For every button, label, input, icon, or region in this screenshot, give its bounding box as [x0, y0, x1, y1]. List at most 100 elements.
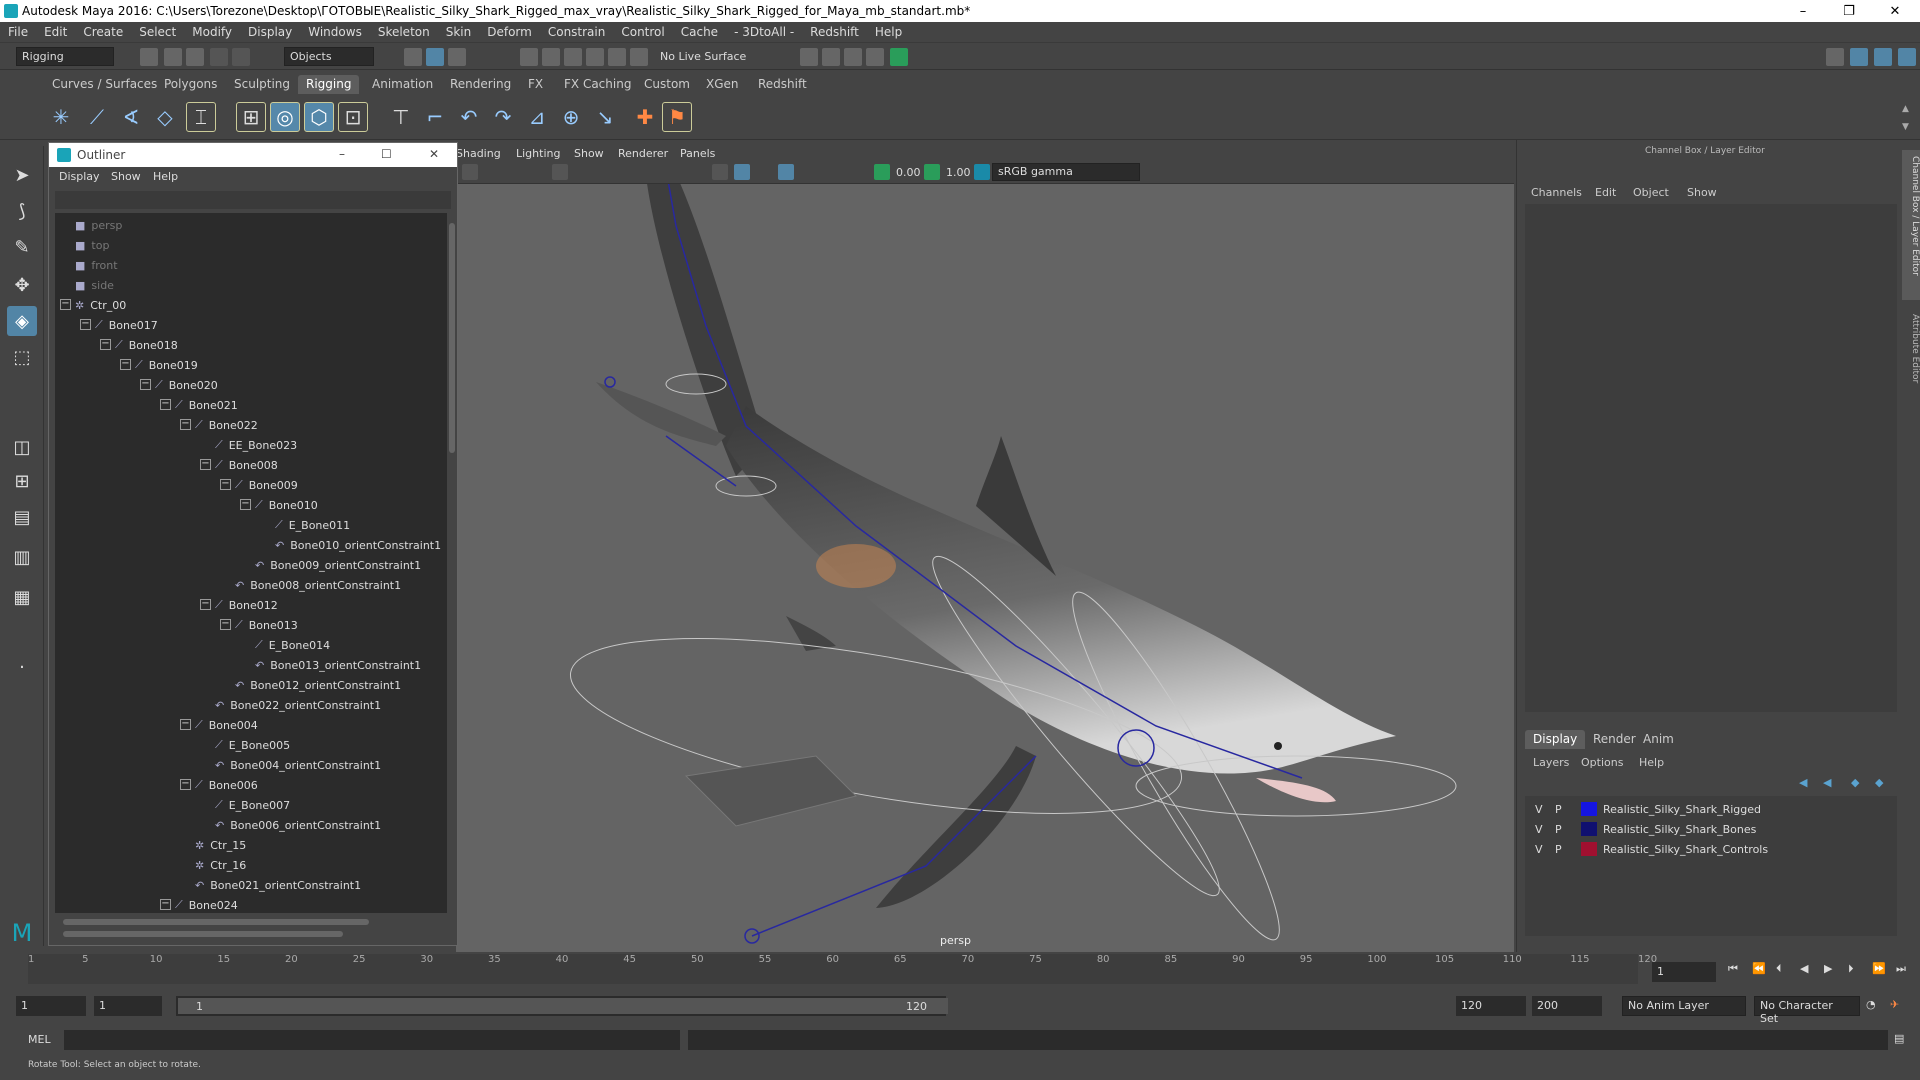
layer-tab-display[interactable]: Display [1525, 730, 1586, 749]
save-scene-icon[interactable] [186, 48, 204, 66]
play-back-icon[interactable]: ◀ [1800, 962, 1808, 975]
side-tab-channel-box[interactable]: Channel Box / Layer Editor [1902, 150, 1920, 300]
outliner-horizontal-scrollbar[interactable] [49, 915, 457, 945]
outliner-row[interactable]: − ⟋ Bone009 [220, 475, 298, 495]
move-layer-up-icon[interactable]: ◀ [1799, 776, 1807, 789]
bind-skin-icon[interactable]: ⊞ [236, 102, 266, 132]
collapse-toggle[interactable]: − [180, 719, 191, 730]
menu-skeleton[interactable]: Skeleton [370, 25, 438, 39]
layers-menu-layers[interactable]: Layers [1533, 756, 1569, 769]
live-surface-label[interactable]: No Live Surface [660, 50, 746, 63]
menu-create[interactable]: Create [75, 25, 131, 39]
open-scene-icon[interactable] [164, 48, 182, 66]
menu-display[interactable]: Display [240, 25, 300, 39]
colorspace-dropdown[interactable]: sRGB gamma [992, 163, 1140, 181]
outliner-vertical-scrollbar[interactable] [447, 213, 457, 913]
menu-skin[interactable]: Skin [438, 25, 480, 39]
outliner-row[interactable]: ⟋ EE_Bone023 [215, 435, 297, 455]
move-tool-icon[interactable]: ✥ [7, 270, 37, 300]
channelbox-menu-show[interactable]: Show [1687, 186, 1717, 199]
gamma-field[interactable]: 1.00 [946, 166, 971, 179]
move-layer-down-icon[interactable]: ◀ [1823, 776, 1831, 789]
layer-playback-toggle[interactable]: P [1555, 803, 1575, 816]
menu-constrain[interactable]: Constrain [540, 25, 614, 39]
vp-menu-shading[interactable]: Shading [456, 147, 501, 160]
shelf-tab-rendering[interactable]: Rendering [442, 75, 519, 94]
menu-control[interactable]: Control [613, 25, 672, 39]
collapse-toggle[interactable]: − [200, 599, 211, 610]
outliner-row[interactable]: ↶ Bone009_orientConstraint1 [255, 555, 421, 575]
xray-icon[interactable] [778, 164, 794, 180]
scale-constraint-icon[interactable]: ⊿ [522, 102, 552, 132]
render-frame-icon[interactable] [800, 48, 818, 66]
channelbox-menu-object[interactable]: Object [1633, 186, 1669, 199]
snap-vertex-icon[interactable] [630, 48, 648, 66]
layer-visibility-toggle[interactable]: V [1535, 803, 1555, 816]
undo-icon[interactable] [210, 48, 228, 66]
layer-name[interactable]: Realistic_Silky_Shark_Rigged [1603, 803, 1761, 816]
layer-row[interactable]: V P Realistic_Silky_Shark_Rigged [1535, 800, 1761, 818]
collapse-toggle[interactable]: − [160, 899, 171, 910]
paint-weights-icon[interactable]: ⬡ [304, 102, 334, 132]
shelf-scroll-down-icon[interactable]: ▼ [1902, 122, 1909, 132]
channelbox-menu-channels[interactable]: Channels [1531, 186, 1582, 199]
shark-model[interactable] [456, 146, 1514, 952]
layer-name[interactable]: Realistic_Silky_Shark_Controls [1603, 843, 1768, 856]
collapse-toggle[interactable]: − [120, 359, 131, 370]
persp-graph-layout-icon[interactable]: ▥ [7, 542, 37, 572]
menu-deform[interactable]: Deform [479, 25, 540, 39]
collapse-toggle[interactable]: − [220, 479, 231, 490]
outliner-row[interactable]: − ⟋ Bone010 [240, 495, 318, 515]
anim-preferences-icon[interactable]: ✈ [1890, 998, 1899, 1011]
vp-menu-show[interactable]: Show [574, 147, 604, 160]
step-forward-frame-icon[interactable]: ⏵ [1848, 962, 1854, 976]
scale-tool-icon[interactable]: ⬚ [7, 342, 37, 372]
shelf-tab-redshift[interactable]: Redshift [750, 75, 815, 94]
single-view-layout-icon[interactable]: ◫ [7, 432, 37, 462]
outliner-row[interactable]: ⟋ E_Bone005 [215, 735, 290, 755]
mel-input[interactable] [64, 1030, 680, 1050]
outliner-scroll-thumb[interactable] [449, 223, 455, 453]
layout-toggle-icon[interactable] [1826, 48, 1844, 66]
outliner-row[interactable]: − ⟋ Bone021 [160, 395, 238, 415]
render-sequence-icon[interactable] [822, 48, 840, 66]
grid-toggle-icon[interactable] [552, 164, 568, 180]
outliner-row[interactable]: ■ persp [75, 215, 122, 235]
outliner-row[interactable]: − ⟋ Bone022 [180, 415, 258, 435]
anim-layer-dropdown[interactable]: No Anim Layer [1622, 996, 1746, 1016]
shelf-tab-animation[interactable]: Animation [364, 75, 441, 94]
camera-select-icon[interactable] [462, 164, 478, 180]
collapse-toggle[interactable]: − [200, 459, 211, 470]
paint-select-icon[interactable]: ✎ [7, 232, 37, 262]
outliner-row[interactable]: − ⟋ Bone008 [200, 455, 278, 475]
outliner-menu-show[interactable]: Show [111, 170, 141, 183]
collapse-toggle[interactable]: − [100, 339, 111, 350]
shelf-tab-curves-surfaces[interactable]: Curves / Surfaces [44, 75, 165, 94]
joint-tool-icon[interactable]: ✳ [46, 102, 76, 132]
layer-visibility-toggle[interactable]: V [1535, 843, 1555, 856]
tool-settings-toggle-icon[interactable] [1898, 48, 1916, 66]
outliner-row[interactable]: ↶ Bone004_orientConstraint1 [215, 755, 381, 775]
collapse-toggle[interactable]: − [80, 319, 91, 330]
layer-row[interactable]: V P Realistic_Silky_Shark_Bones [1535, 820, 1756, 838]
outliner-row[interactable]: − ⟋ Bone024 [160, 895, 238, 913]
collapse-toggle[interactable]: − [240, 499, 251, 510]
restore-button[interactable]: ❐ [1826, 0, 1872, 22]
snap-curve-icon[interactable] [542, 48, 560, 66]
script-editor-icon[interactable]: ▤ [1894, 1032, 1904, 1045]
lasso-tool-icon[interactable]: ⟆ [7, 196, 37, 226]
new-layer-selected-icon[interactable]: ◆ [1875, 776, 1883, 789]
gamma-icon[interactable] [924, 164, 940, 180]
snap-view-icon[interactable] [586, 48, 604, 66]
menuset-dropdown[interactable]: Rigging [16, 47, 114, 66]
end-time-field[interactable]: 200 [1532, 996, 1602, 1016]
select-component-icon[interactable] [448, 48, 466, 66]
mirror-joint-icon[interactable]: ◇ [150, 102, 180, 132]
vp-menu-panels[interactable]: Panels [680, 147, 715, 160]
step-forward-key-icon[interactable]: ⏩ [1872, 962, 1886, 975]
layers-menu-options[interactable]: Options [1581, 756, 1623, 769]
outliner-row[interactable]: ↶ Bone021_orientConstraint1 [195, 875, 361, 895]
outliner-row[interactable]: ■ top [75, 235, 109, 255]
outliner-hscroll-thumb[interactable] [63, 919, 369, 925]
color-management-icon[interactable] [974, 164, 990, 180]
